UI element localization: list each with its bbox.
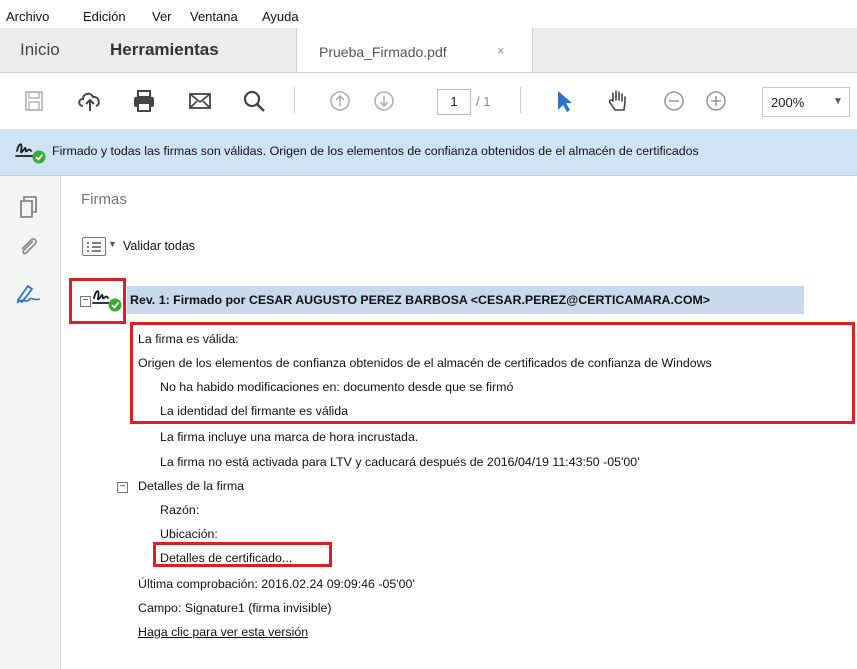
- toolbar-separator: [520, 87, 521, 113]
- signature-field-text: Campo: Signature1 (firma invisible): [138, 601, 332, 615]
- last-check-text: Última comprobación: 2016.02.24 09:09:46…: [138, 577, 415, 591]
- menu-bar: Archivo Edición Ver Ventana Ayuda: [0, 0, 857, 28]
- tab-document-label: Prueba_Firmado.pdf: [319, 44, 447, 60]
- highlight-box: [130, 322, 855, 424]
- view-version-link[interactable]: Haga clic para ver esta versión: [138, 625, 308, 639]
- menu-archivo[interactable]: Archivo: [6, 9, 49, 24]
- highlight-box: [153, 542, 332, 567]
- pages-icon[interactable]: [16, 194, 42, 220]
- select-arrow-icon[interactable]: [550, 87, 578, 115]
- timestamp-text: La firma incluye una marca de hora incru…: [160, 430, 419, 444]
- signature-revision-label: Rev. 1: Firmado por CESAR AUGUSTO PEREZ …: [130, 293, 711, 307]
- chevron-down-icon: ▼: [833, 96, 843, 107]
- ltv-status-text: La firma no está activada para LTV y cad…: [160, 455, 640, 469]
- validate-all-button[interactable]: ▼ Validar todas: [80, 234, 225, 258]
- search-icon[interactable]: [240, 87, 268, 115]
- tab-tools[interactable]: Herramientas: [110, 40, 219, 60]
- save-icon[interactable]: [20, 87, 48, 115]
- zoom-select[interactable]: 200% ▼: [762, 87, 850, 117]
- attachments-icon[interactable]: [16, 234, 42, 260]
- signatures-panel-icon[interactable]: [14, 280, 44, 306]
- signature-details-title: Detalles de la firma: [138, 479, 245, 493]
- zoom-in-icon[interactable]: [702, 87, 730, 115]
- page-up-icon[interactable]: [326, 87, 354, 115]
- menu-ventana[interactable]: Ventana: [190, 9, 238, 24]
- signature-status-bar: Firmado y todas las firmas son válidas. …: [0, 129, 857, 176]
- menu-ver[interactable]: Ver: [152, 9, 172, 24]
- page-total: / 1: [476, 94, 491, 109]
- close-tab-icon[interactable]: ×: [497, 43, 505, 58]
- chevron-down-icon: ▼: [108, 239, 117, 249]
- collapse-toggle[interactable]: −: [117, 482, 128, 493]
- signature-valid-icon: [15, 143, 46, 164]
- zoom-out-icon[interactable]: [660, 87, 688, 115]
- panel-title: Firmas: [81, 191, 127, 208]
- page-down-icon[interactable]: [370, 87, 398, 115]
- menu-edicion[interactable]: Edición: [83, 9, 126, 24]
- hand-icon[interactable]: [604, 87, 632, 115]
- print-icon[interactable]: [130, 87, 158, 115]
- cloud-upload-icon[interactable]: [76, 87, 104, 115]
- validate-all-label: Validar todas: [123, 239, 196, 253]
- location-label: Ubicación:: [160, 527, 218, 541]
- toolbar-separator: [294, 87, 295, 113]
- page-number-input[interactable]: 1: [437, 89, 471, 115]
- email-icon[interactable]: [186, 87, 214, 115]
- signature-revision-row[interactable]: Rev. 1: Firmado por CESAR AUGUSTO PEREZ …: [127, 286, 804, 314]
- menu-ayuda[interactable]: Ayuda: [262, 9, 299, 24]
- highlight-box: [69, 278, 126, 324]
- signature-status-message: Firmado y todas las firmas son válidas. …: [52, 144, 699, 158]
- navigation-rail: [0, 176, 61, 669]
- zoom-value: 200%: [771, 95, 805, 110]
- toolbar: 1 / 1 200% ▼: [0, 73, 857, 130]
- tab-bar: Inicio Herramientas Prueba_Firmado.pdf ×: [0, 28, 857, 73]
- list-icon: [82, 237, 106, 256]
- tab-home[interactable]: Inicio: [20, 40, 60, 60]
- tab-document[interactable]: Prueba_Firmado.pdf ×: [296, 28, 533, 72]
- reason-label: Razón:: [160, 503, 200, 517]
